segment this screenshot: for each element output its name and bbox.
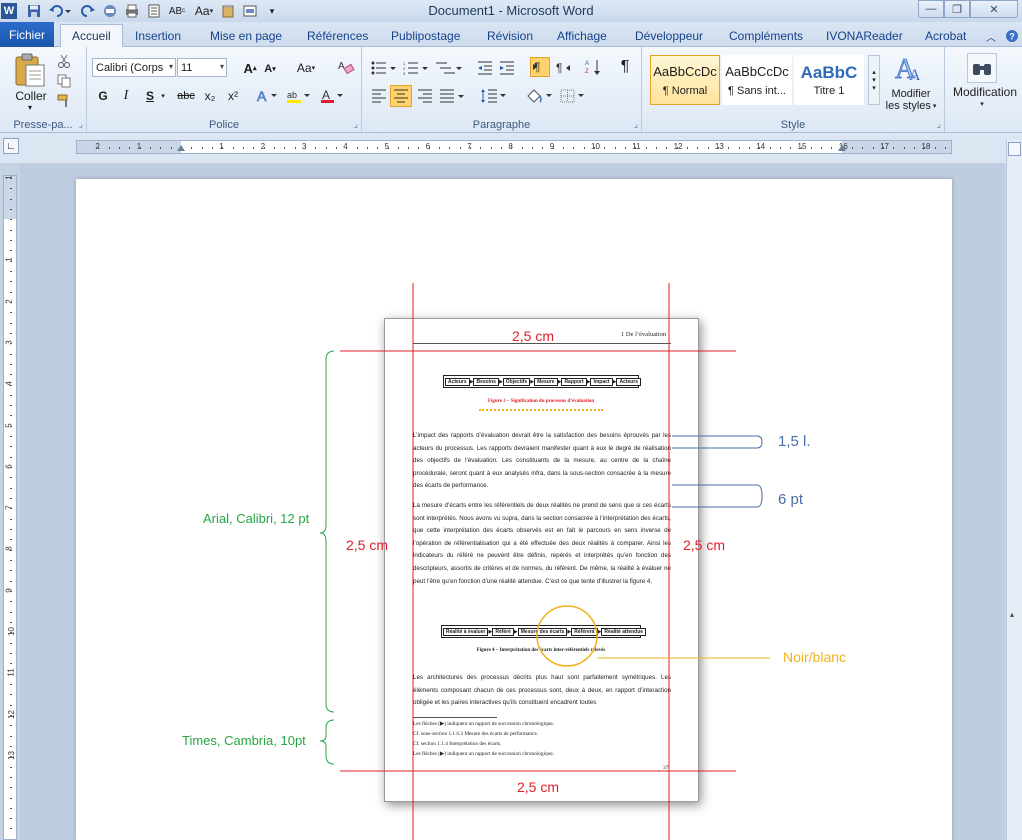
notes-font-label: Times, Cambria, 10pt (182, 733, 306, 748)
thumb-flow1-box: Besoins (473, 377, 499, 386)
document-thumbnail[interactable]: 1 De l’évaluation Acteurs ▶ Besoins ▶ Object… (384, 318, 699, 802)
body-font-label: Arial, Calibri, 12 pt (203, 511, 310, 526)
thumb-paragraph-1: L’impact des rapports d’évaluation devra… (413, 432, 671, 490)
thumb-flow2-box: Référent (571, 627, 598, 636)
thumb-figure4-caption: Figure 4 – Interprétation des écarts int… (476, 648, 606, 653)
thumb-flow1: Acteurs ▶ Besoins ▶ Objectifs ▶ Mesure ▶ Rapport… (445, 377, 642, 386)
color-note-label: Noir/blanc (783, 649, 847, 665)
thumb-flow2: Réalité à évaluer ▶ Référé ▶ Mesure des écar… (443, 627, 647, 636)
top-margin-label: 2,5 cm (512, 328, 555, 344)
thumb-flow1-box: Mesure (534, 377, 558, 386)
thumb-paragraph-2: La mesure d’écarts entre les référentiel… (413, 502, 671, 585)
bottom-margin-label: 2,5 cm (517, 779, 560, 795)
thumb-flow1-box: Acteurs (616, 377, 642, 386)
thumb-page-number: 37 (663, 765, 669, 771)
thumb-flow2-box: Réalité attendue (601, 627, 647, 636)
thumb-flow2-box: Mesure des écarts (517, 627, 568, 636)
paragraph-spacing-label: 6 pt (778, 491, 804, 508)
left-margin-label: 2,5 cm (346, 537, 389, 553)
thumb-footnote: Les flèches (▶) indiquent un rapport de … (413, 721, 555, 727)
thumb-figure3-underline (479, 409, 603, 411)
thumb-footnotes: Les flèches (▶) indiquent un rapport de … (413, 719, 671, 759)
thumb-paragraph-3: Les architectures des processus décrits … (413, 674, 671, 707)
thumb-flow1-box: Rapport (561, 377, 587, 386)
thumb-header: 1 De l’évaluation (621, 331, 667, 338)
thumb-footnote: Les flèches (▶) indiquent un rapport de … (413, 751, 555, 757)
thumb-footnote-rule (413, 717, 497, 718)
thumb-footnote: Cf. section 1.1.4 Interprétation des éca… (413, 741, 502, 747)
thumb-footnote: Cf. sous-section 1.1.6.3 Mesure des écar… (413, 731, 539, 737)
thumb-flow1-box: Acteurs (445, 377, 470, 386)
thumb-flow2-box: Référé (492, 627, 514, 636)
thumb-flow2-box: Réalité à évaluer (443, 627, 489, 636)
line-spacing-label: 1,5 l. (778, 433, 811, 450)
thumb-flow1-box: Impact (590, 377, 613, 386)
thumb-figure3-caption: Figure 3 – Signification du processus d’… (487, 399, 595, 404)
right-margin-label: 2,5 cm (683, 537, 726, 553)
thumb-flow1-box: Objectifs (502, 377, 531, 386)
